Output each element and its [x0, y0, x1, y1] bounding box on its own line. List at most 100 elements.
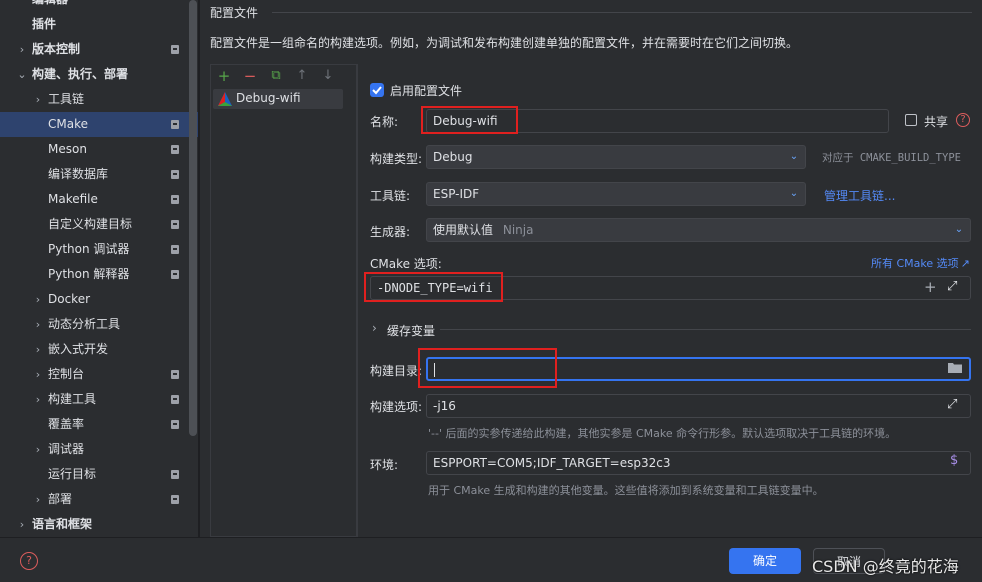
chevron-right-icon[interactable]: › — [372, 321, 377, 335]
profile-list-item[interactable]: Debug-wifi — [213, 89, 343, 109]
share-checkbox[interactable] — [905, 114, 917, 126]
profile-list-panel — [210, 64, 357, 537]
chevron-right-icon[interactable]: › — [32, 387, 44, 412]
build-type-value: Debug — [433, 150, 473, 164]
name-label: 名称: — [370, 115, 399, 129]
expand-icon[interactable]: ⤢ — [947, 397, 957, 412]
enable-profile-checkbox[interactable] — [370, 83, 384, 97]
sidebar-scrollbar[interactable] — [189, 0, 197, 436]
move-up-button[interactable]: ↑ — [291, 65, 313, 87]
build-directory-label: 构建目录: — [370, 364, 423, 378]
sidebar-item[interactable]: Makefile — [0, 187, 198, 212]
chevron-right-icon[interactable]: › — [32, 287, 44, 312]
all-cmake-options-link[interactable]: 所有 CMake 选项 ↗ — [871, 255, 970, 271]
sidebar-item[interactable]: Python 解释器 — [0, 262, 198, 287]
ok-button[interactable]: 确定 — [729, 548, 801, 574]
sidebar-item[interactable]: 覆盖率 — [0, 412, 198, 437]
build-options-input[interactable]: -j16 — [426, 394, 971, 418]
sidebar-item-label: Docker — [48, 292, 91, 306]
sidebar-item-label: Makefile — [48, 192, 98, 206]
build-type-hint: 对应于 CMAKE_BUILD_TYPE — [822, 152, 961, 164]
chevron-right-icon[interactable]: › — [32, 362, 44, 387]
sidebar-item-label: 嵌入式开发 — [48, 342, 109, 356]
toolchain-select[interactable]: ESP-IDF ⌄ — [426, 182, 806, 206]
sidebar-item[interactable]: › Docker — [0, 287, 198, 312]
sidebar-item[interactable]: › 调试器 — [0, 437, 198, 462]
chevron-down-icon[interactable]: ⌄ — [16, 62, 28, 87]
sidebar-item[interactable]: › 语言和框架 — [0, 512, 198, 537]
environment-input[interactable]: ESPPORT=COM5;IDF_TARGET=esp32c3 — [426, 451, 971, 475]
expand-icon[interactable]: ⤢ — [947, 279, 957, 294]
cache-variables-toggle[interactable]: 缓存变量 — [387, 322, 435, 339]
sidebar-item[interactable]: › 工具链 — [0, 87, 198, 112]
chevron-right-icon[interactable]: › — [32, 437, 44, 462]
project-scope-icon — [171, 370, 179, 379]
panel-divider — [357, 64, 358, 537]
sidebar-item[interactable]: › 嵌入式开发 — [0, 337, 198, 362]
chevron-down-icon: ⌄ — [954, 224, 964, 235]
settings-sidebar: 编辑器插件 › 版本控制 ⌄ 构建、执行、部署 › 工具链 CMake Meson 编译数据库 Ma… — [0, 0, 198, 537]
remove-profile-button[interactable]: − — [239, 65, 261, 87]
sidebar-item-label: 构建、执行、部署 — [32, 67, 129, 81]
chevron-right-icon[interactable]: › — [32, 312, 44, 337]
project-scope-icon — [171, 270, 179, 279]
all-cmake-options-text: 所有 CMake 选项 — [871, 257, 959, 270]
sidebar-item-label: 控制台 — [48, 367, 85, 381]
help-icon[interactable]: ? — [956, 113, 970, 127]
add-profile-button[interactable]: + — [213, 65, 235, 87]
project-scope-icon — [171, 245, 179, 254]
chevron-right-icon[interactable]: › — [32, 337, 44, 362]
sidebar-item-label: 版本控制 — [32, 42, 81, 56]
dollar-icon[interactable]: $ — [950, 453, 958, 468]
sidebar-item[interactable]: Meson — [0, 137, 198, 162]
sidebar-item-label: 部署 — [48, 492, 73, 506]
check-icon — [372, 86, 382, 95]
project-scope-icon — [171, 495, 179, 504]
build-type-select[interactable]: Debug ⌄ — [426, 145, 806, 169]
sidebar-item-label: 编辑器 — [32, 0, 68, 12]
add-option-icon[interactable]: + — [924, 278, 937, 296]
sidebar-item[interactable]: 编辑器 — [0, 0, 198, 12]
section-title: 配置文件 — [210, 6, 259, 20]
sidebar-item[interactable]: 运行目标 — [0, 462, 198, 487]
external-link-icon: ↗ — [960, 257, 970, 270]
generator-value: 使用默认值 — [433, 223, 494, 237]
sidebar-item[interactable]: › 动态分析工具 — [0, 312, 198, 337]
sidebar-item[interactable]: › 控制台 — [0, 362, 198, 387]
sidebar-item-label: 调试器 — [48, 442, 85, 456]
sidebar-item-label: 动态分析工具 — [48, 317, 121, 331]
sidebar-item[interactable]: ⌄ 构建、执行、部署 — [0, 62, 198, 87]
chevron-right-icon[interactable]: › — [16, 37, 28, 62]
project-scope-icon — [171, 145, 179, 154]
generator-select[interactable]: 使用默认值 Ninja ⌄ — [426, 218, 971, 242]
sidebar-item[interactable]: 插件 — [0, 12, 198, 37]
sidebar-item[interactable]: › 构建工具 — [0, 387, 198, 412]
highlight-build-directory — [418, 348, 557, 388]
chevron-right-icon[interactable]: › — [32, 487, 44, 512]
watermark: CSDN @终竟的花海 — [812, 557, 959, 576]
build-type-label: 构建类型: — [370, 152, 423, 166]
project-scope-icon — [171, 45, 179, 54]
sidebar-item[interactable]: CMake — [0, 112, 198, 137]
manage-toolchains-link[interactable]: 管理工具链... — [824, 187, 895, 204]
build-options-label: 构建选项: — [370, 400, 423, 414]
chevron-right-icon[interactable]: › — [32, 87, 44, 112]
sidebar-item-label: Python 调试器 — [48, 242, 130, 256]
copy-profile-button[interactable]: ⧉ — [265, 65, 287, 87]
sidebar-item[interactable]: 自定义构建目标 — [0, 212, 198, 237]
chevron-right-icon[interactable]: › — [16, 512, 28, 537]
cmake-options-label: CMake 选项: — [370, 257, 442, 271]
move-down-button[interactable]: ↓ — [317, 65, 339, 87]
highlight-cmake-options — [364, 272, 503, 302]
folder-icon[interactable] — [948, 362, 962, 373]
toolchain-value: ESP-IDF — [433, 187, 480, 201]
cache-separator — [440, 329, 971, 330]
section-description: 配置文件是一组命名的构建选项。例如，为调试和发布构建创建单独的配置文件，并在需要… — [210, 36, 799, 50]
sidebar-item[interactable]: 编译数据库 — [0, 162, 198, 187]
sidebar-item[interactable]: › 版本控制 — [0, 37, 198, 62]
sidebar-item[interactable]: › 部署 — [0, 487, 198, 512]
sidebar-item[interactable]: Python 调试器 — [0, 237, 198, 262]
enable-profile-label: 启用配置文件 — [390, 84, 463, 98]
sidebar-item-label: 运行目标 — [48, 467, 97, 481]
help-icon[interactable]: ? — [20, 552, 38, 570]
